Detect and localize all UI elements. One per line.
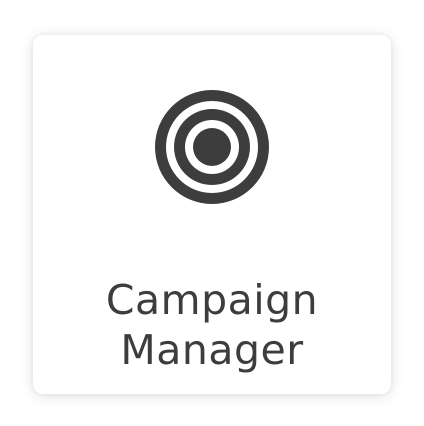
tile-title-line-1: Campaign: [105, 276, 319, 324]
campaign-manager-tile[interactable]: Campaign Manager: [33, 35, 391, 394]
target-icon: [155, 90, 269, 204]
tile-title: Campaign Manager: [33, 275, 391, 375]
tile-title-line-2: Manager: [120, 326, 304, 374]
